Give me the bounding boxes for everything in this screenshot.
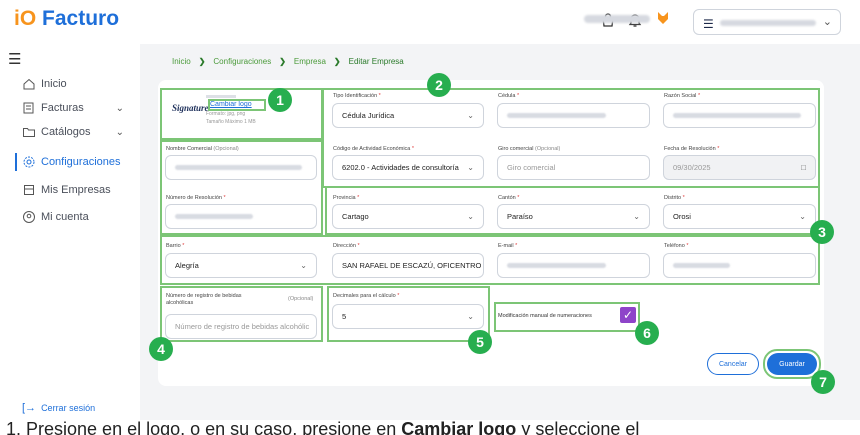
fecha-resolucion-input: 09/30/2025 □ [663, 155, 816, 180]
sidebar: ☰ Inicio Facturas ⌄ Catálogos ⌄ Configur… [0, 44, 140, 435]
chevron-down-icon: ⌄ [467, 163, 474, 172]
gear-icon [22, 155, 36, 169]
invoice-icon [22, 101, 36, 115]
chevron-down-icon: ⌄ [822, 16, 832, 28]
distrito-label: Distrito * [664, 195, 685, 201]
giro-comercial-label: Giro comercial (Opcional) [498, 146, 561, 152]
badge-5: 5 [468, 330, 492, 354]
breadcrumb-current: Editar Empresa [348, 57, 404, 66]
nombre-comercial-label: Nombre Comercial (Opcional) [166, 146, 239, 152]
codigo-actividad-label: Código de Actividad Económica * [333, 146, 415, 152]
canton-label: Cantón * [498, 195, 520, 201]
provincia-select[interactable]: Cartago ⌄ [332, 204, 484, 229]
folder-icon [22, 125, 36, 139]
telefono-label: Teléfono * [664, 243, 689, 249]
badge-3: 3 [810, 220, 834, 244]
menu-icon[interactable]: ☰ [8, 50, 21, 68]
sidebar-item-label: Mi cuenta [41, 211, 89, 223]
top-bar: iO Facturo ☰ ⌄ [0, 0, 860, 44]
barrio-label: Barrio * [166, 243, 185, 249]
chevron-down-icon: ⌄ [467, 111, 474, 120]
breadcrumb-configuraciones[interactable]: Configuraciones [213, 57, 271, 66]
barrio-select[interactable]: Alegría ⌄ [165, 253, 317, 278]
change-logo-link[interactable]: Cambiar logo [210, 101, 252, 108]
user-name [584, 15, 650, 23]
sidebar-item-mi-cuenta[interactable]: Mi cuenta [0, 207, 140, 227]
logout-button[interactable]: [→ Cerrar sesión [22, 402, 95, 414]
chevron-down-icon: ⌄ [467, 312, 474, 321]
building-icon [22, 183, 36, 197]
logo-size-note: Tamaño Máximo 1 MB [206, 119, 256, 125]
numero-resolucion-input[interactable] [165, 204, 317, 229]
fecha-resolucion-label: Fecha de Resolución * [664, 146, 720, 152]
calendar-icon: □ [801, 163, 806, 172]
sidebar-item-label: Mis Empresas [41, 184, 111, 196]
nombre-comercial-input[interactable] [165, 155, 317, 180]
chevron-down-icon: ⌄ [467, 212, 474, 221]
sidebar-item-catalogos[interactable]: Catálogos ⌄ [0, 122, 140, 142]
sidebar-item-label: Catálogos [41, 126, 91, 138]
badge-6: 6 [635, 321, 659, 345]
sidebar-item-inicio[interactable]: Inicio [0, 74, 140, 94]
check-icon: ✓ [622, 308, 634, 322]
logo-format-note: Formato: jpg, png [206, 111, 246, 117]
giro-comercial-input[interactable]: Giro comercial [497, 155, 650, 180]
breadcrumb-empresa[interactable]: Empresa [294, 57, 326, 66]
razon-social-label: Razón Social * [664, 93, 701, 99]
email-input[interactable] [497, 253, 650, 278]
chevron-down-icon: ⌄ [115, 102, 124, 114]
numero-resolucion-label: Número de Resolución * [166, 195, 226, 201]
tipo-identificacion-select[interactable]: Cédula Jurídica ⌄ [332, 103, 484, 128]
save-button[interactable]: Guardar [767, 353, 817, 375]
company-logo[interactable]: Signature [172, 103, 209, 113]
logout-icon: [→ [22, 402, 37, 414]
badge-2: 2 [427, 73, 451, 97]
registro-bebidas-input[interactable]: Número de registro de bebidas alcohólic [165, 314, 317, 339]
canton-select[interactable]: Paraíso ⌄ [497, 204, 650, 229]
cedula-label: Cédula * [498, 93, 520, 99]
telefono-input[interactable] [663, 253, 816, 278]
instruction-caption: 1. Presione en el logo, o en su caso, pr… [0, 420, 860, 435]
fox-avatar-icon [657, 11, 669, 25]
company-select[interactable]: ☰ ⌄ [693, 9, 841, 35]
sidebar-item-label: Configuraciones [41, 156, 121, 168]
user-icon [22, 210, 36, 224]
home-icon [22, 77, 36, 91]
direccion-input[interactable]: SAN RAFAEL DE ESCAZÚ, OFICENTRO PL... [332, 253, 484, 278]
sidebar-item-facturas[interactable]: Facturas ⌄ [0, 98, 140, 118]
sidebar-item-configuraciones[interactable]: Configuraciones [0, 152, 140, 172]
modificacion-manual-checkbox[interactable]: ✓ [620, 307, 636, 323]
cedula-input[interactable] [497, 103, 650, 128]
badge-4: 4 [149, 337, 173, 361]
provincia-label: Provincia * [333, 195, 360, 201]
tipo-identificacion-label: Tipo Identificación * [333, 93, 381, 99]
email-label: E-mail * [498, 243, 518, 249]
sidebar-item-label: Inicio [41, 78, 67, 90]
registro-bebidas-label: Número de registro de bebidas alcohólicas [166, 293, 242, 306]
breadcrumb: Inicio ❯ Configuraciones ❯ Empresa ❯ Edi… [172, 57, 404, 66]
modificacion-manual-label: Modificación manual de numeraciones [498, 313, 592, 319]
chevron-down-icon: ⌄ [300, 261, 307, 270]
sidebar-item-label: Facturas [41, 102, 84, 114]
registro-bebidas-optional: (Opcional) [288, 296, 314, 302]
breadcrumb-inicio[interactable]: Inicio [172, 57, 191, 66]
app-logo[interactable]: iO Facturo [14, 7, 119, 31]
direccion-label: Dirección * [333, 243, 360, 249]
razon-social-input[interactable] [663, 103, 816, 128]
codigo-actividad-select[interactable]: 6202.0 - Actividades de consultoría ⌄ [332, 155, 484, 180]
chevron-down-icon: ⌄ [115, 126, 124, 138]
chevron-down-icon: ⌄ [799, 212, 806, 221]
cancel-button[interactable]: Cancelar [707, 353, 759, 375]
decimales-label: Decimales para el cálculo * [333, 293, 400, 299]
distrito-select[interactable]: Orosi ⌄ [663, 204, 816, 229]
badge-7: 7 [811, 370, 835, 394]
hamburger-icon: ☰ [703, 17, 714, 31]
decimales-select[interactable]: 5 ⌄ [332, 304, 484, 329]
sidebar-item-mis-empresas[interactable]: Mis Empresas [0, 180, 140, 200]
badge-1: 1 [268, 88, 292, 112]
chevron-down-icon: ⌄ [633, 212, 640, 221]
